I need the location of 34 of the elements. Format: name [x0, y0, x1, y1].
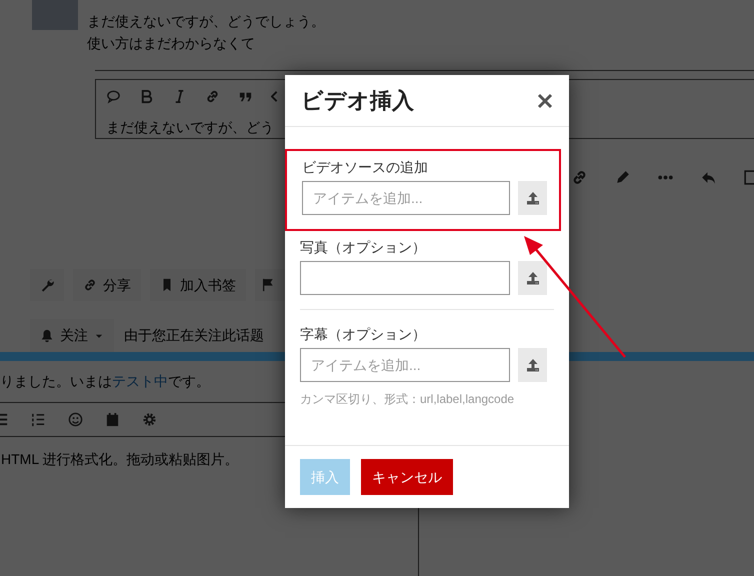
upload-button[interactable]: [518, 348, 547, 382]
field-label: ビデオソースの追加: [302, 158, 429, 177]
text-field[interactable]: アイテムを追加...: [300, 348, 510, 382]
gear-icon[interactable]: [142, 412, 157, 427]
post-text-line: 使い方はまだわからなくて: [87, 34, 256, 53]
dialog-title: ビデオ挿入: [301, 87, 414, 115]
link-icon: [83, 278, 97, 292]
text-field[interactable]: [300, 261, 510, 295]
speech-bubble-icon[interactable]: [106, 89, 121, 104]
notification-text: 由于您正在关注此话题: [124, 326, 264, 345]
flag-icon: [261, 278, 275, 292]
upload-icon: [524, 190, 541, 206]
bold-icon[interactable]: [139, 89, 154, 104]
bell-icon: [40, 328, 54, 342]
numbered-list-icon[interactable]: [31, 412, 46, 427]
field-label: 写真（オプション）: [300, 238, 427, 257]
pencil-icon[interactable]: [614, 168, 631, 186]
link-icon[interactable]: [205, 89, 220, 104]
field-label: 字幕（オプション）: [300, 325, 427, 344]
cancel-button[interactable]: キャンセル: [361, 459, 453, 495]
close-icon[interactable]: [537, 92, 553, 108]
smile-icon[interactable]: [68, 412, 83, 427]
upload-icon: [524, 357, 540, 373]
upload-icon: [524, 270, 540, 286]
calendar-icon[interactable]: [105, 412, 120, 427]
editor-text: まだ使えないですが、どう: [105, 118, 275, 137]
text-field[interactable]: アイテムを追加...: [302, 181, 510, 215]
upload-button[interactable]: [518, 261, 547, 295]
avatar-photo-placeholder: [32, 0, 78, 30]
link-icon[interactable]: [571, 168, 588, 186]
post-text-line: まだ使えないですが、どうでしょう。: [87, 12, 325, 31]
upload-button[interactable]: [518, 181, 547, 215]
composer-hint: HTML 进行格式化。拖动或粘贴图片。: [0, 450, 240, 469]
wrench-icon: [40, 278, 54, 292]
